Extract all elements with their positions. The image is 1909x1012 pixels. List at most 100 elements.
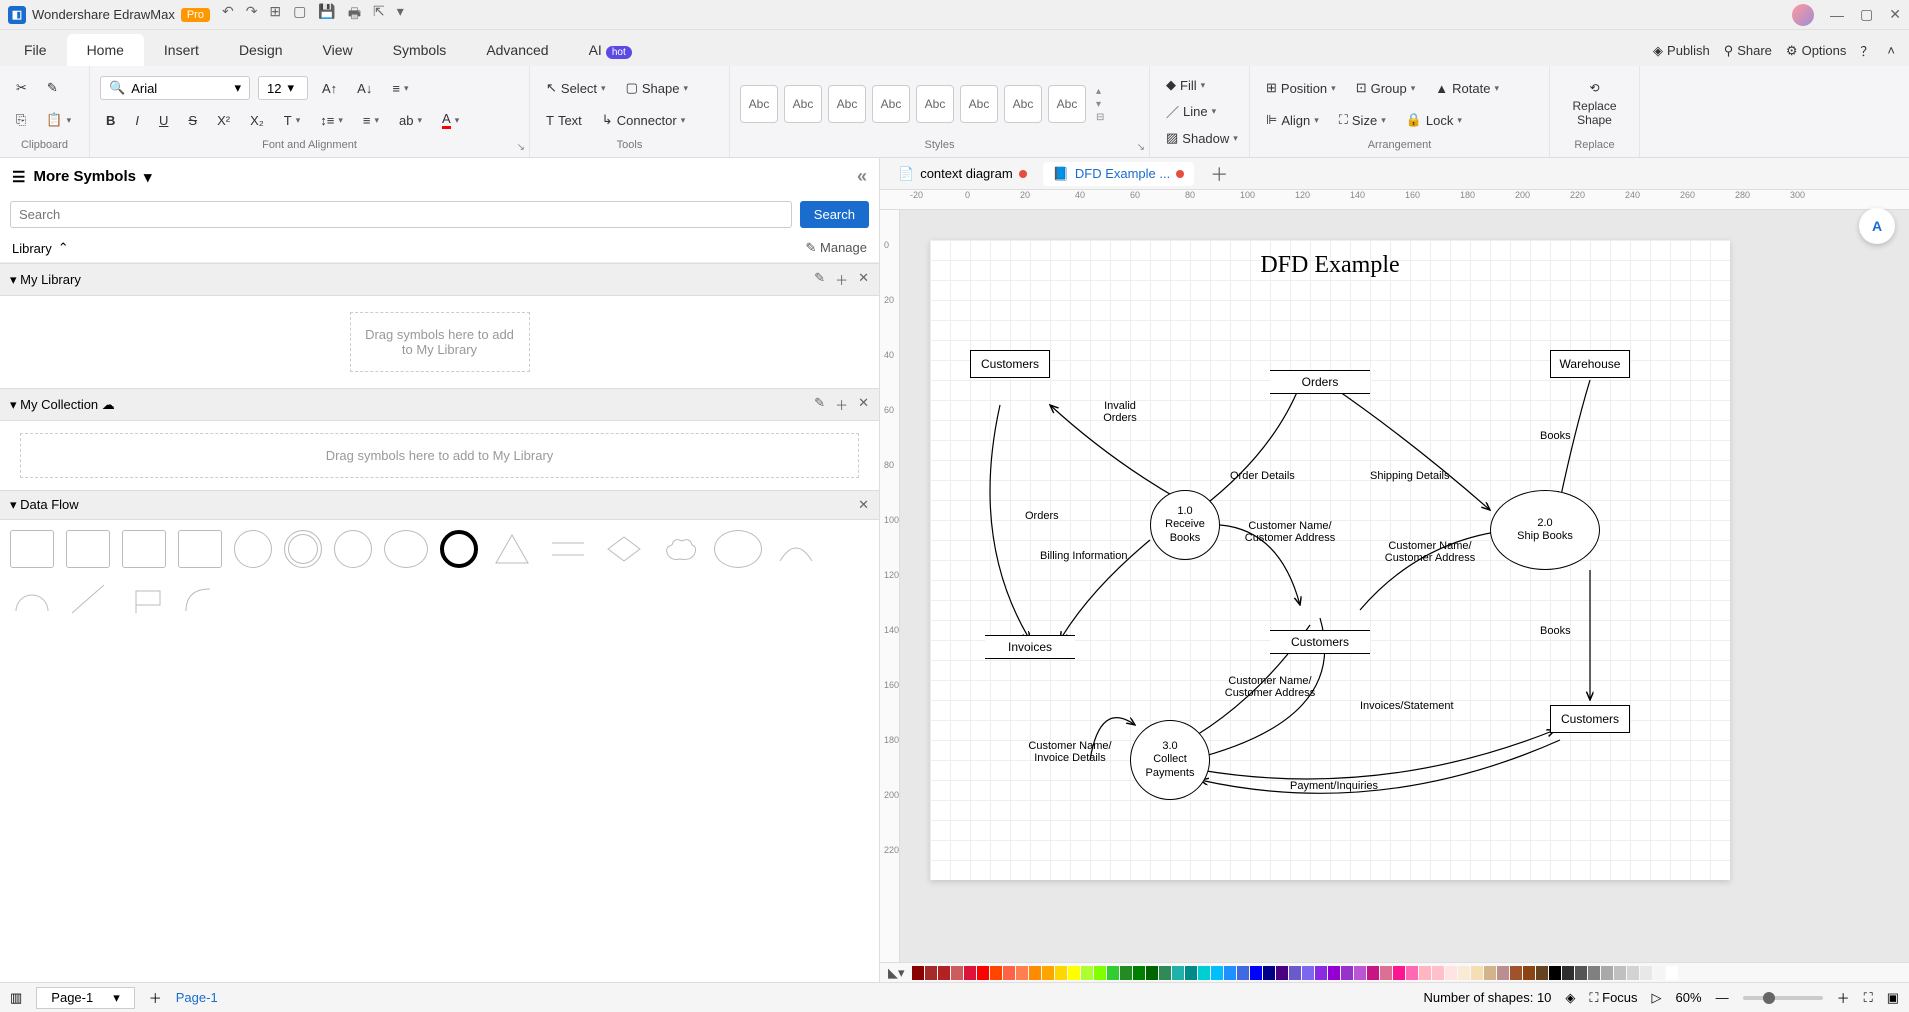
open-icon[interactable]: ▢	[293, 3, 306, 27]
doc-tab-dfd[interactable]: 📘 DFD Example ...	[1043, 162, 1195, 186]
color-swatch[interactable]	[1406, 966, 1418, 980]
label-shipping-details[interactable]: Shipping Details	[1370, 470, 1450, 482]
color-swatch[interactable]	[1575, 966, 1587, 980]
color-swatch[interactable]	[1536, 966, 1548, 980]
color-swatch[interactable]	[1328, 966, 1340, 980]
color-swatch[interactable]	[1588, 966, 1600, 980]
shape-rect-4[interactable]	[178, 530, 222, 568]
color-swatch[interactable]	[1380, 966, 1392, 980]
font-expand-icon[interactable]: ↘	[517, 142, 525, 153]
font-family-select[interactable]: 🔍 Arial▾	[100, 76, 250, 100]
style-swatch-2[interactable]: Abc	[784, 85, 822, 123]
diagram-title[interactable]: DFD Example	[1260, 252, 1399, 279]
symbol-search-button[interactable]: Search	[800, 201, 869, 228]
label-payment[interactable]: Payment/Inquiries	[1290, 780, 1378, 792]
styles-expand-icon[interactable]: ↘	[1137, 142, 1145, 153]
store-orders[interactable]: Orders	[1270, 370, 1370, 394]
paste-icon[interactable]: 📋▾	[40, 108, 77, 132]
tab-symbols[interactable]: Symbols	[373, 34, 467, 66]
bullets-icon[interactable]: ≡▾	[357, 109, 385, 132]
bold-icon[interactable]: B	[100, 109, 121, 132]
color-swatch[interactable]	[1432, 966, 1444, 980]
mylib-add-icon[interactable]: ＋	[835, 270, 848, 289]
styles-up-icon[interactable]: ▴	[1096, 86, 1104, 97]
color-swatch[interactable]	[1341, 966, 1353, 980]
highlight-icon[interactable]: ab▾	[393, 109, 428, 132]
undo-icon[interactable]: ↶	[222, 3, 234, 27]
style-swatch-6[interactable]: Abc	[960, 85, 998, 123]
color-swatch[interactable]	[1016, 966, 1028, 980]
color-swatch[interactable]	[1601, 966, 1613, 980]
process-2[interactable]: 2.0Ship Books	[1490, 490, 1600, 570]
color-swatch[interactable]	[1094, 966, 1106, 980]
shape-arc-2[interactable]	[178, 580, 222, 618]
shape-lines[interactable]	[546, 530, 590, 568]
new-icon[interactable]: ⊞	[269, 3, 281, 27]
select-tool[interactable]: ↖ Select▾	[540, 76, 612, 100]
shape-rect-3[interactable]	[122, 530, 166, 568]
tab-insert[interactable]: Insert	[144, 34, 219, 66]
color-swatch[interactable]	[951, 966, 963, 980]
mycol-edit-icon[interactable]: ✎	[814, 395, 825, 414]
section-my-library[interactable]: ▾ My Library ✎ ＋ ✕	[0, 263, 879, 296]
color-swatch[interactable]	[1419, 966, 1431, 980]
lock-button[interactable]: 🔒 Lock▾	[1400, 108, 1468, 132]
label-cust-invoice[interactable]: Customer Name/ Invoice Details	[1010, 740, 1130, 764]
layers-icon[interactable]: ◈	[1565, 990, 1575, 1006]
entity-customers-2[interactable]: Customers	[1550, 705, 1630, 733]
position-button[interactable]: ⊞ Position▾	[1260, 76, 1342, 100]
font-size-select[interactable]: 12▾	[258, 76, 308, 100]
fill-bucket-icon[interactable]: ◣▾	[888, 965, 905, 981]
tab-design[interactable]: Design	[219, 34, 303, 66]
color-swatch[interactable]	[1549, 966, 1561, 980]
color-swatch[interactable]	[1627, 966, 1639, 980]
color-swatch[interactable]	[1367, 966, 1379, 980]
entity-warehouse[interactable]: Warehouse	[1550, 350, 1630, 378]
color-swatch[interactable]	[1185, 966, 1197, 980]
style-swatch-3[interactable]: Abc	[828, 85, 866, 123]
cut-icon[interactable]: ✂	[10, 76, 33, 100]
color-swatch[interactable]	[1497, 966, 1509, 980]
shape-diamond[interactable]	[602, 530, 646, 568]
label-cust-addr-2[interactable]: Customer Name/ Customer Address	[1370, 540, 1490, 564]
color-swatch[interactable]	[964, 966, 976, 980]
replace-shape-button[interactable]: ⟲Replace Shape	[1560, 77, 1629, 131]
color-swatch[interactable]	[925, 966, 937, 980]
page-link[interactable]: Page-1	[176, 990, 218, 1005]
group-button[interactable]: ⊡ Group▾	[1350, 76, 1422, 100]
shape-thick-circle[interactable]	[440, 530, 478, 568]
color-swatch[interactable]	[1354, 966, 1366, 980]
color-swatch[interactable]	[1211, 966, 1223, 980]
redo-icon[interactable]: ↷	[246, 3, 258, 27]
color-swatch[interactable]	[1146, 966, 1158, 980]
color-swatch[interactable]	[1081, 966, 1093, 980]
label-billing[interactable]: Billing Information	[1040, 550, 1127, 562]
mylib-dropzone[interactable]: Drag symbols here to add to My Library	[350, 312, 530, 372]
new-tab-button[interactable]: ＋	[1200, 157, 1238, 191]
shape-circle-1[interactable]	[234, 530, 272, 568]
color-swatch[interactable]	[1224, 966, 1236, 980]
color-swatch[interactable]	[1107, 966, 1119, 980]
help-icon[interactable]: ？	[1860, 41, 1873, 60]
shape-tool[interactable]: ▢ Shape▾	[620, 76, 694, 100]
color-swatch[interactable]	[1159, 966, 1171, 980]
color-swatch[interactable]	[1523, 966, 1535, 980]
format-painter-icon[interactable]: ✎	[41, 76, 64, 100]
store-invoices[interactable]: Invoices	[985, 635, 1075, 659]
underline-icon[interactable]: U	[153, 109, 174, 132]
label-books-2[interactable]: Books	[1540, 625, 1571, 637]
user-avatar[interactable]	[1792, 4, 1814, 26]
color-swatch[interactable]	[1562, 966, 1574, 980]
line-button[interactable]: ／ Line▾	[1160, 98, 1222, 125]
symbols-dropdown-icon[interactable]: ▾	[144, 168, 152, 186]
color-swatch[interactable]	[1315, 966, 1327, 980]
color-swatch[interactable]	[1393, 966, 1405, 980]
store-customers[interactable]: Customers	[1270, 630, 1370, 654]
style-swatch-1[interactable]: Abc	[740, 85, 778, 123]
color-swatch[interactable]	[1614, 966, 1626, 980]
shape-semicircle[interactable]	[10, 580, 54, 618]
color-swatch[interactable]	[1302, 966, 1314, 980]
subscript-icon[interactable]: X₂	[244, 109, 270, 132]
export-icon[interactable]: ⇱	[373, 3, 385, 27]
color-swatch[interactable]	[1172, 966, 1184, 980]
